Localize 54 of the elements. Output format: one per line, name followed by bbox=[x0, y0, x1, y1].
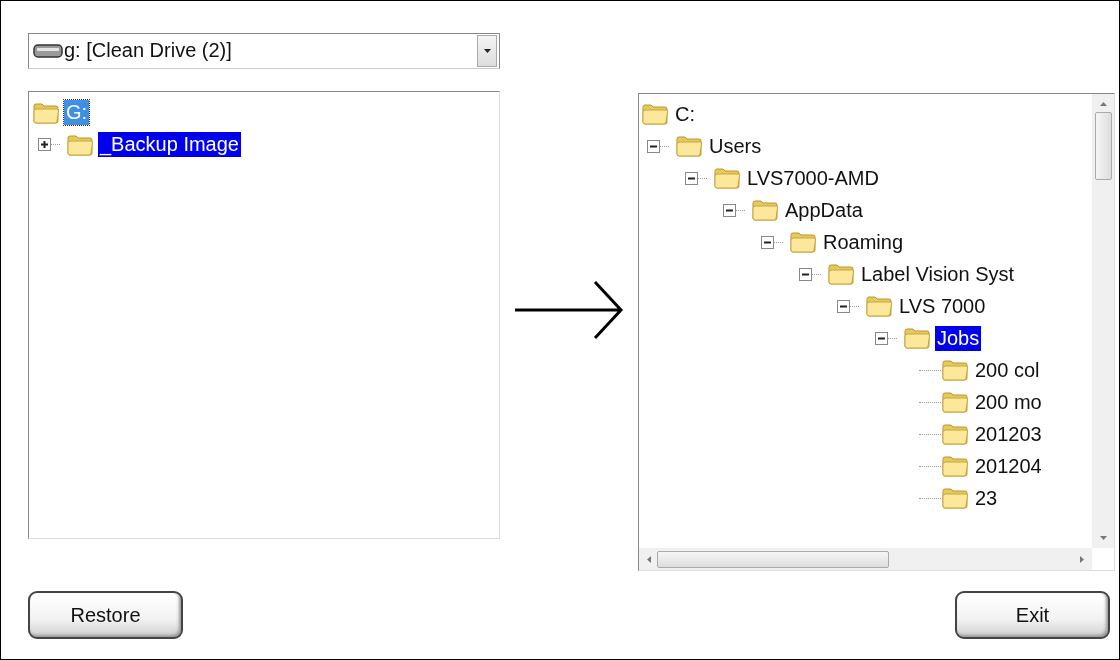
scrollbar-thumb[interactable] bbox=[657, 550, 889, 568]
folder-label[interactable]: LVS 7000 bbox=[897, 293, 988, 319]
scroll-right-icon[interactable] bbox=[1080, 555, 1084, 563]
folder-icon bbox=[941, 390, 969, 414]
folder-icon bbox=[941, 454, 969, 478]
folder-label[interactable]: Label Vision Syst bbox=[859, 261, 1017, 287]
collapse-icon[interactable] bbox=[761, 235, 774, 249]
folder-label[interactable]: 200 col bbox=[973, 357, 1042, 383]
folder-label[interactable]: 201203 bbox=[973, 421, 1044, 447]
folder-icon bbox=[675, 134, 703, 158]
source-tree[interactable]: G: _Backup Image bbox=[28, 90, 500, 539]
folder-icon bbox=[66, 132, 94, 157]
folder-icon bbox=[713, 166, 741, 190]
collapse-icon[interactable] bbox=[837, 299, 850, 313]
folder-icon bbox=[903, 326, 931, 350]
horizontal-scrollbar[interactable] bbox=[639, 548, 1092, 570]
folder-label[interactable]: _Backup Image bbox=[98, 132, 241, 158]
folder-label[interactable]: AppData bbox=[783, 197, 865, 223]
expand-icon[interactable] bbox=[38, 138, 51, 152]
folder-icon bbox=[751, 198, 779, 222]
vertical-scrollbar[interactable] bbox=[1092, 94, 1114, 548]
folder-icon bbox=[827, 262, 855, 286]
folder-icon bbox=[941, 486, 969, 510]
caret-icon bbox=[483, 48, 491, 53]
scrollbar-thumb[interactable] bbox=[1094, 112, 1112, 180]
folder-icon bbox=[789, 230, 817, 254]
folder-icon bbox=[641, 102, 669, 126]
action-button[interactable]: Restore bbox=[28, 591, 183, 639]
drive-dropdown[interactable]: g: [Clean Drive (2)] bbox=[28, 33, 500, 69]
folder-icon bbox=[941, 358, 969, 382]
scroll-left-icon[interactable] bbox=[647, 555, 651, 563]
action-button[interactable]: Exit bbox=[955, 591, 1110, 639]
collapse-icon[interactable] bbox=[685, 171, 698, 185]
drive-value: g: [Clean Drive (2)] bbox=[64, 39, 233, 63]
folder-label[interactable]: Roaming bbox=[821, 229, 906, 255]
folder-label[interactable]: Users bbox=[707, 133, 764, 159]
drive-icon bbox=[33, 42, 63, 59]
collapse-icon[interactable] bbox=[799, 267, 812, 281]
scroll-up-icon[interactable] bbox=[1099, 102, 1107, 106]
folder-icon bbox=[865, 294, 893, 318]
folder-label[interactable]: C: bbox=[673, 101, 697, 127]
folder-label[interactable]: LVS7000-AMD bbox=[745, 165, 881, 191]
dropdown-button[interactable] bbox=[477, 34, 497, 67]
scroll-down-icon[interactable] bbox=[1099, 536, 1107, 540]
folder-label[interactable]: 200 mo bbox=[973, 389, 1044, 415]
folder-icon bbox=[941, 422, 969, 446]
collapse-icon[interactable] bbox=[647, 139, 660, 153]
collapse-icon[interactable] bbox=[875, 331, 888, 345]
folder-label[interactable]: Jobs bbox=[935, 325, 982, 351]
folder-icon bbox=[32, 100, 60, 125]
folder-label[interactable]: 201204 bbox=[973, 453, 1044, 479]
folder-label[interactable]: 23 bbox=[973, 485, 1000, 511]
destination-tree[interactable]: C: Users LVS7000-AMD AppData Roaming Label Vision Syst LVS 7000 Jobs 200 col 200 mo 201203 201204 23 bbox=[638, 93, 1115, 571]
collapse-icon[interactable] bbox=[723, 203, 736, 217]
